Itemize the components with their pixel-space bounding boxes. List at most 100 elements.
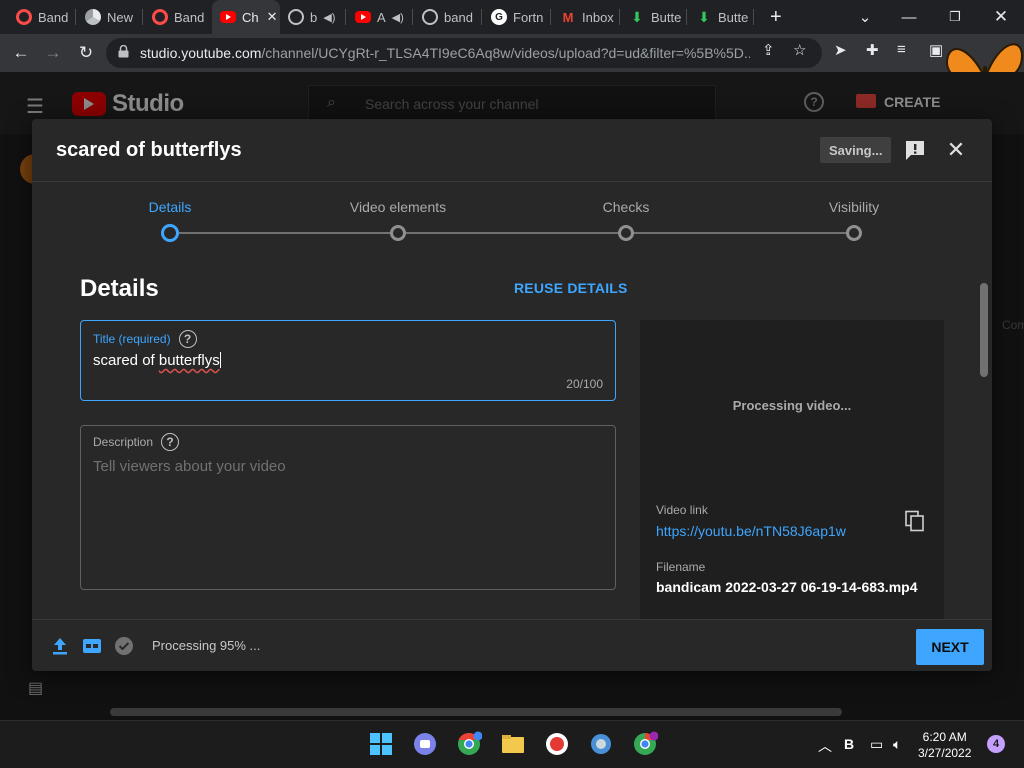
browser-tab[interactable]: New bbox=[77, 0, 143, 34]
upload-dialog: scared of butterflys Saving... ✕ Details… bbox=[32, 119, 992, 671]
chrome-profile-taskbar-icon[interactable] bbox=[632, 731, 658, 757]
browser-tab-strip: Band New Band Ch ✕ b ◀) A ◀) band G Fort… bbox=[0, 0, 1024, 34]
header-divider bbox=[32, 181, 992, 182]
close-dialog-icon[interactable]: ✕ bbox=[945, 137, 967, 162]
video-link-label: Video link bbox=[656, 503, 708, 517]
browser-tab[interactable]: b ◀) bbox=[280, 0, 346, 34]
side-panel-icon[interactable]: ▣ bbox=[929, 41, 943, 59]
upload-icon[interactable] bbox=[50, 636, 70, 656]
help-circle-icon[interactable]: ? bbox=[161, 433, 180, 451]
description-label-row: Description ? bbox=[93, 433, 180, 451]
tab-label: Butte bbox=[718, 9, 749, 25]
tab-label: Inbox bbox=[582, 9, 614, 25]
video-info-panel: Video link https://youtu.be/nTN58J6ap1w … bbox=[640, 490, 944, 630]
text-caret bbox=[219, 352, 221, 368]
new-tab-button[interactable]: + bbox=[762, 0, 792, 34]
file-explorer-icon[interactable] bbox=[500, 731, 526, 757]
title-field[interactable]: Title (required) ? scared of butterflys … bbox=[80, 320, 616, 401]
next-button[interactable]: NEXT bbox=[916, 629, 984, 665]
browser-tab[interactable]: Band bbox=[144, 0, 212, 34]
browser-tab[interactable]: band bbox=[414, 0, 482, 34]
help-circle-icon[interactable]: ? bbox=[178, 330, 197, 348]
tab-label: New bbox=[107, 9, 134, 25]
download-icon: ⬇ bbox=[698, 8, 710, 25]
step-video-elements-label[interactable]: Video elements bbox=[350, 199, 446, 215]
close-tab-icon[interactable]: ✕ bbox=[267, 9, 278, 25]
bandicam-tray-icon[interactable]: B bbox=[844, 736, 854, 752]
title-misspelled-word: butterflys bbox=[158, 352, 220, 369]
system-clock[interactable]: 6:20 AM 3/27/2022 bbox=[918, 729, 971, 761]
gmail-icon: M bbox=[562, 9, 574, 25]
media-queue-icon[interactable]: ≡ bbox=[897, 41, 906, 58]
download-icon: ⬇ bbox=[631, 8, 643, 25]
title-field-label: Title (required) bbox=[93, 332, 171, 346]
tab-label: Butte bbox=[651, 9, 682, 25]
bookmark-star-icon[interactable]: ☆ bbox=[793, 41, 806, 59]
dialog-title: scared of butterflys bbox=[56, 139, 242, 161]
description-field[interactable]: Description ? Tell viewers about your vi… bbox=[80, 425, 616, 590]
description-label: Description bbox=[93, 435, 154, 449]
browser-tab[interactable]: M Inbox bbox=[552, 0, 620, 34]
url-host: studio.youtube.com bbox=[140, 45, 262, 61]
omnibox[interactable]: studio.youtube.com/channel/UCYgRt-r_TLSA… bbox=[106, 38, 822, 68]
extensions-puzzle-icon[interactable]: ✚ bbox=[866, 41, 879, 59]
network-icon[interactable]: ▭ bbox=[870, 736, 883, 753]
reload-icon[interactable]: ↻ bbox=[73, 40, 99, 66]
details-heading: Details bbox=[80, 275, 159, 302]
checks-icon[interactable] bbox=[114, 636, 134, 656]
processing-status: Processing 95% ... bbox=[152, 638, 261, 653]
step-checks-label[interactable]: Checks bbox=[603, 199, 650, 215]
teams-chat-icon[interactable] bbox=[412, 731, 438, 757]
back-icon[interactable]: ← bbox=[8, 40, 34, 66]
speaker-icon: ◀) bbox=[391, 11, 404, 24]
step-visibility-dot[interactable] bbox=[846, 225, 862, 241]
record-icon bbox=[16, 9, 32, 25]
dialog-scrollbar[interactable] bbox=[980, 283, 988, 377]
step-checks-dot[interactable] bbox=[618, 225, 634, 241]
browser-tab-active[interactable]: Ch ✕ bbox=[212, 0, 280, 34]
browser-tab[interactable]: G Fortn bbox=[483, 0, 551, 34]
saving-indicator: Saving... bbox=[820, 137, 892, 163]
tab-label: Band bbox=[38, 9, 69, 25]
filename-label: Filename bbox=[656, 560, 706, 574]
page-horizontal-scrollbar[interactable] bbox=[110, 708, 842, 716]
hd-icon[interactable] bbox=[82, 636, 102, 656]
volume-icon[interactable]: 🔈︎ bbox=[893, 736, 901, 753]
processing-video-text: Processing video... bbox=[732, 397, 852, 413]
tab-label: Band bbox=[174, 9, 205, 25]
copy-icon[interactable] bbox=[904, 510, 926, 532]
globe-icon bbox=[288, 9, 304, 25]
extension-cursor-icon[interactable]: ➤ bbox=[834, 41, 847, 59]
globe-icon bbox=[422, 9, 438, 25]
title-char-count: 20/100 bbox=[566, 377, 603, 391]
tab-label: band bbox=[444, 9, 473, 25]
chrome-taskbar-icon[interactable] bbox=[456, 731, 482, 757]
bandicam-icon[interactable] bbox=[544, 731, 570, 757]
browser-tab[interactable]: Band bbox=[8, 0, 76, 34]
browser-tab[interactable]: ⬇ Butte bbox=[688, 0, 754, 34]
description-placeholder: Tell viewers about your video bbox=[93, 458, 286, 475]
feedback-icon[interactable] bbox=[904, 139, 926, 161]
minimize-icon[interactable]: — bbox=[886, 0, 932, 34]
settings-gear-icon[interactable] bbox=[588, 731, 614, 757]
title-field-value[interactable]: scared of butterflys bbox=[93, 352, 221, 369]
forward-icon[interactable]: → bbox=[40, 40, 66, 66]
browser-tab[interactable]: A ◀) bbox=[347, 0, 413, 34]
tab-search-icon[interactable]: ⌄ bbox=[842, 0, 888, 34]
notification-badge[interactable]: 4 bbox=[987, 735, 1005, 753]
step-visibility-label[interactable]: Visibility bbox=[829, 199, 879, 215]
tray-chevron-icon[interactable]: ︿ bbox=[818, 736, 832, 756]
reuse-details-button[interactable]: REUSE DETAILS bbox=[514, 280, 628, 296]
stepper-track bbox=[170, 232, 854, 234]
clock-date: 3/27/2022 bbox=[918, 746, 972, 760]
windows-start-icon[interactable] bbox=[368, 731, 394, 757]
tab-label: A bbox=[377, 9, 386, 25]
share-icon[interactable]: ⇪ bbox=[762, 41, 775, 59]
step-video-elements-dot[interactable] bbox=[390, 225, 406, 241]
browser-tab[interactable]: ⬇ Butte bbox=[621, 0, 687, 34]
youtube-icon bbox=[220, 11, 236, 23]
video-link[interactable]: https://youtu.be/nTN58J6ap1w bbox=[656, 523, 846, 539]
tab-label: Fortn bbox=[513, 9, 544, 25]
step-details-label[interactable]: Details bbox=[149, 199, 192, 215]
step-details-dot[interactable] bbox=[161, 224, 179, 242]
